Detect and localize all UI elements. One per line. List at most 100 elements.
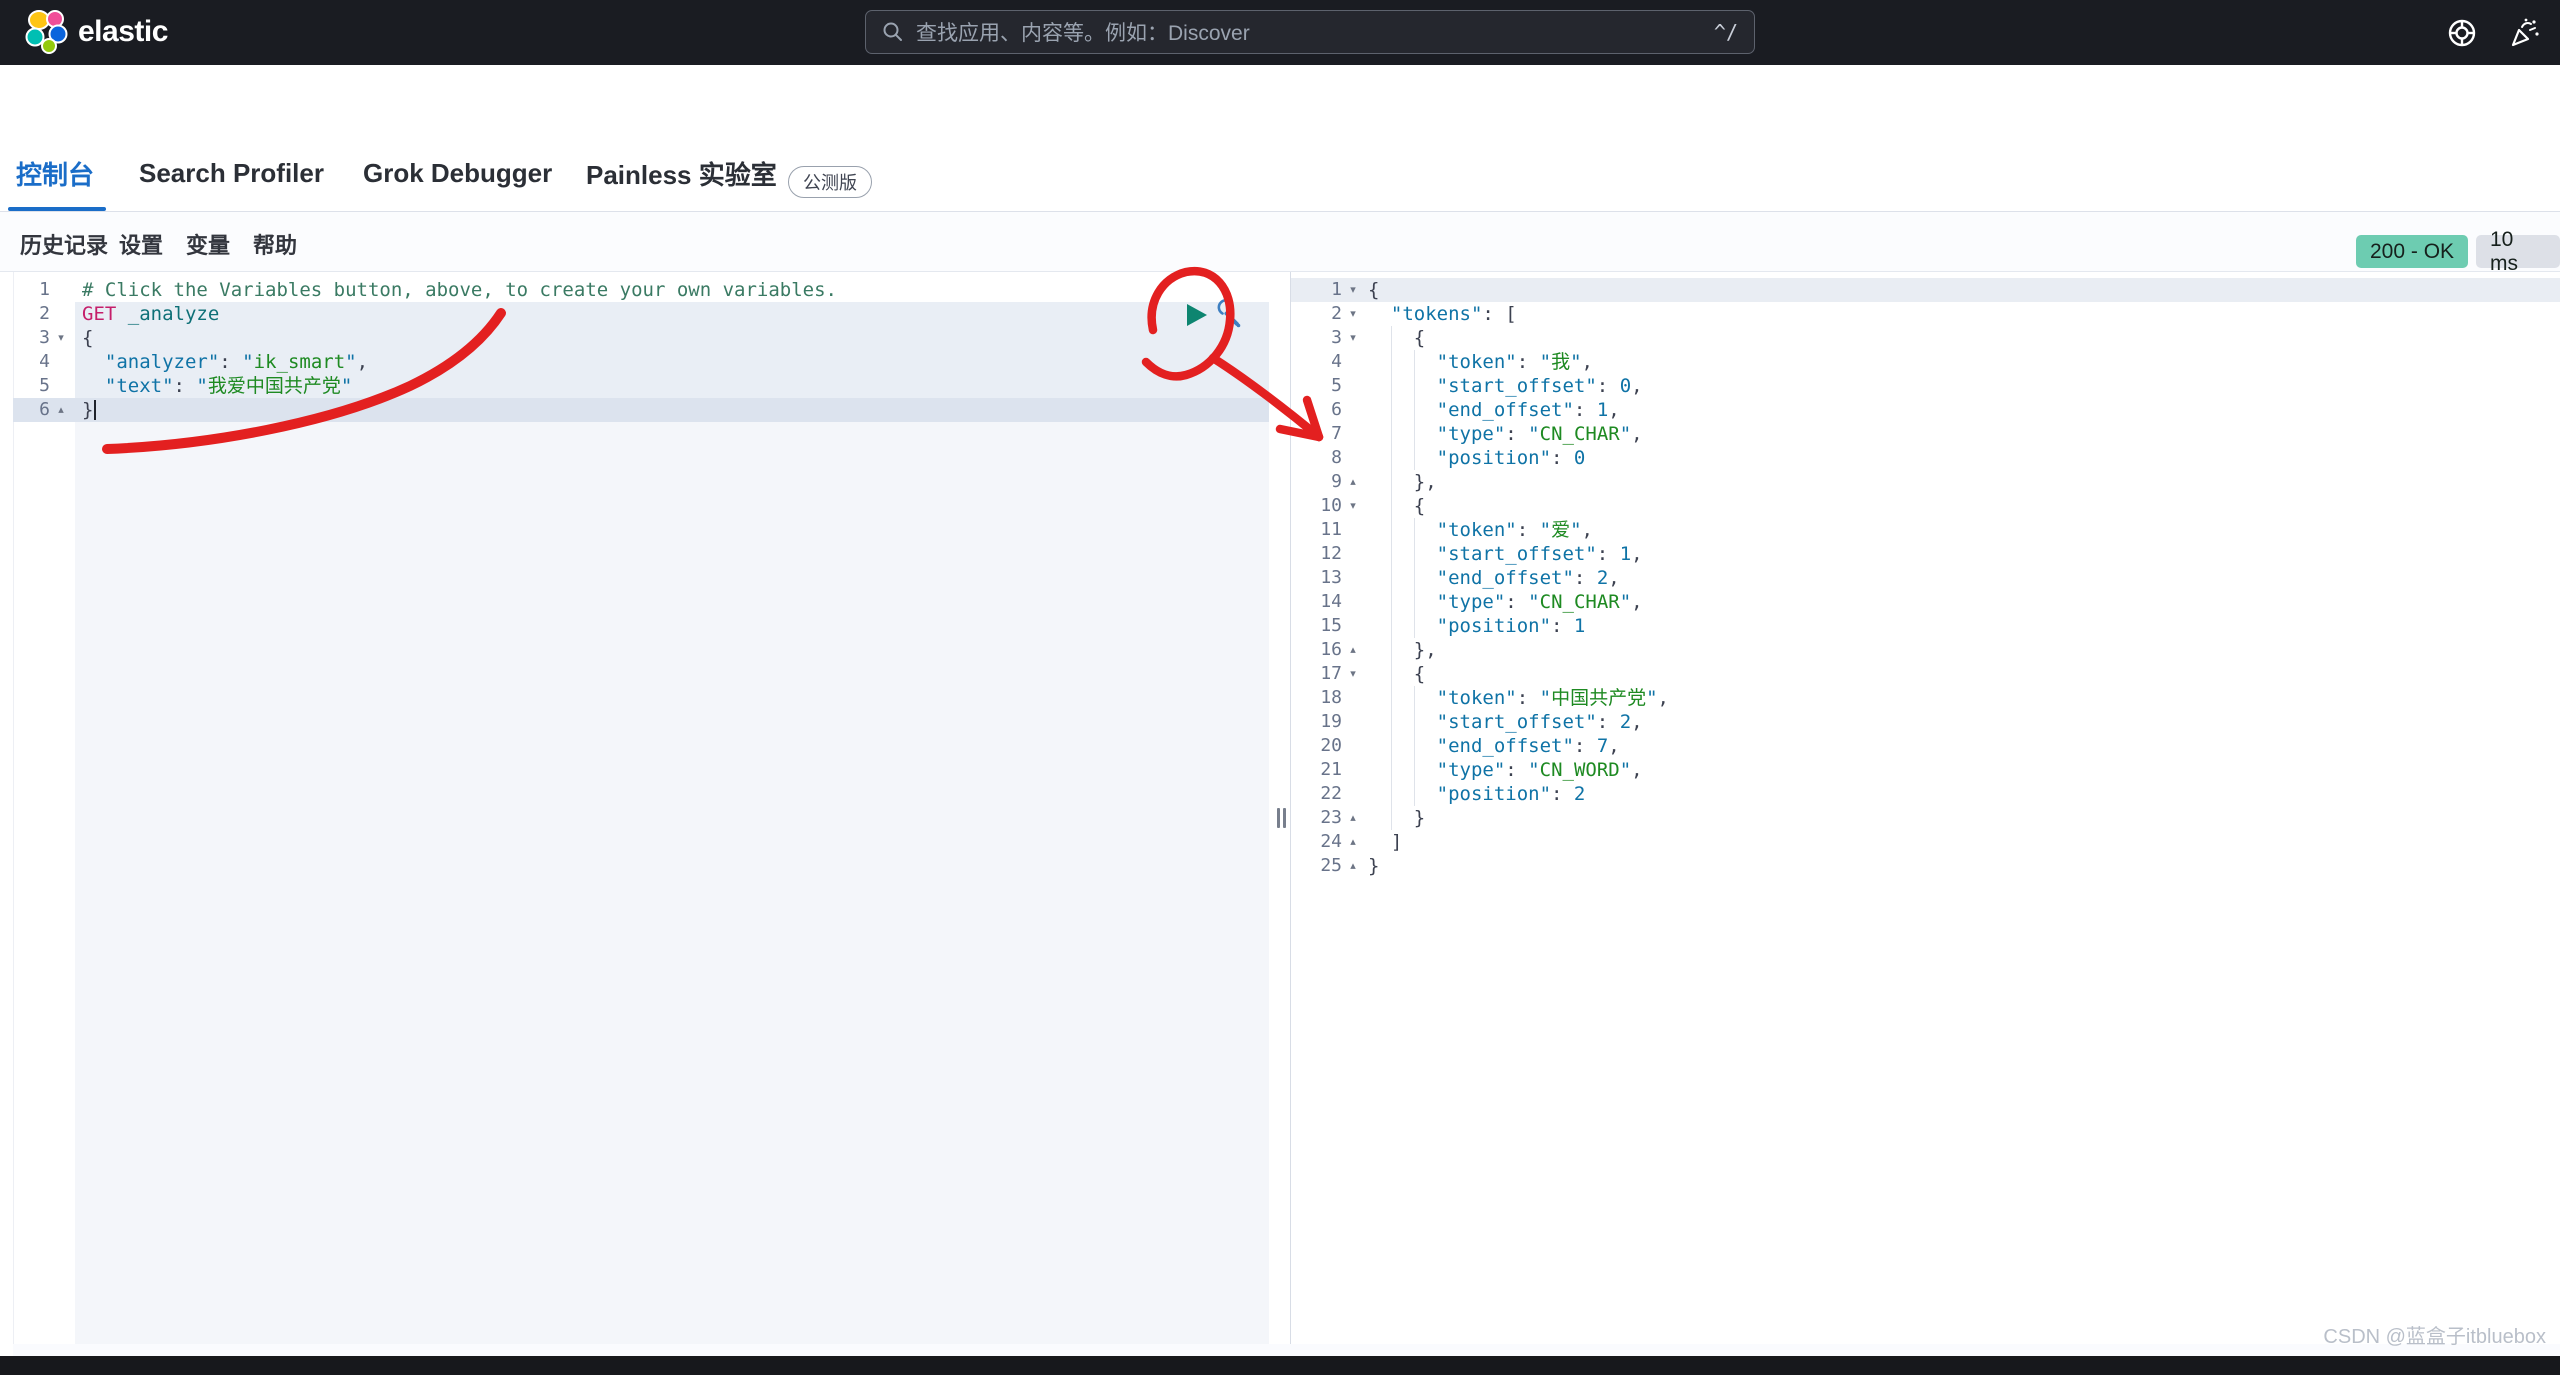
output-code-line[interactable]: { — [1368, 662, 1425, 686]
panel-resize-handle[interactable] — [1275, 808, 1287, 828]
help-icon[interactable] — [2445, 16, 2479, 50]
output-code-line[interactable]: "end_offset": 2, — [1368, 566, 1620, 590]
global-search-input[interactable]: 查找应用、内容等。例如：Discover ^/ — [865, 10, 1755, 54]
brand-wordmark[interactable]: elastic — [78, 15, 168, 49]
output-line-number: 4 — [1302, 350, 1342, 374]
output-line-number: 25 — [1302, 854, 1342, 878]
editor-code-line[interactable]: # Click the Variables button, above, to … — [82, 278, 837, 302]
request-editor[interactable] — [13, 272, 1269, 1356]
elastic-logo-icon[interactable] — [24, 9, 70, 55]
output-line-number: 14 — [1302, 590, 1342, 614]
editor-code-line[interactable]: { — [82, 326, 93, 350]
fold-down-icon[interactable]: ▾ — [1345, 326, 1361, 350]
fold-up-icon[interactable]: ▴ — [1345, 638, 1361, 662]
breadcrumb-bar: D 开发工具 控制台 — [0, 65, 2560, 135]
fold-down-icon[interactable]: ▾ — [53, 326, 69, 350]
editor-code-line[interactable]: "analyzer": "ik_smart", — [82, 350, 368, 374]
output-code-line[interactable]: "token": "我", — [1368, 350, 1593, 374]
editor-bottom-strip — [13, 1344, 2560, 1356]
output-line-number: 9 — [1302, 470, 1342, 494]
editor-line-number: 5 — [14, 374, 50, 398]
output-code-line[interactable]: { — [1368, 326, 1425, 350]
tab-search-profiler[interactable]: Search Profiler — [139, 135, 324, 211]
editor-code-line[interactable]: } — [82, 398, 93, 422]
request-options-wrench-icon[interactable] — [1212, 299, 1244, 331]
output-code-line[interactable]: } — [1368, 806, 1425, 830]
output-code-line[interactable]: "end_offset": 1, — [1368, 398, 1620, 422]
panel-left-edge — [13, 272, 14, 1356]
console-toolbar: 历史记录设置变量帮助 — [0, 212, 2560, 272]
output-code-line[interactable]: "start_offset": 2, — [1368, 710, 1643, 734]
output-code-line[interactable]: ] — [1368, 830, 1402, 854]
output-line-number: 6 — [1302, 398, 1342, 422]
editor-line-number: 4 — [14, 350, 50, 374]
output-code-line[interactable]: "start_offset": 0, — [1368, 374, 1643, 398]
editor-line-number: 6 — [14, 398, 50, 422]
fold-down-icon[interactable]: ▾ — [1345, 494, 1361, 518]
console-menu-item-2[interactable]: 变量 — [186, 228, 230, 260]
fold-up-icon[interactable]: ▴ — [53, 398, 69, 422]
output-line-number: 24 — [1302, 830, 1342, 854]
response-time-badge: 10 ms — [2476, 235, 2560, 268]
fold-down-icon[interactable]: ▾ — [1345, 302, 1361, 326]
fold-up-icon[interactable]: ▴ — [1345, 854, 1361, 878]
output-line-number: 11 — [1302, 518, 1342, 542]
tab-console[interactable]: 控制台 — [16, 135, 94, 211]
output-code-line[interactable]: "start_offset": 1, — [1368, 542, 1643, 566]
output-code-line[interactable]: } — [1368, 854, 1379, 878]
output-line-number: 7 — [1302, 422, 1342, 446]
console-menu-item-3[interactable]: 帮助 — [253, 228, 297, 260]
output-code-line[interactable]: }, — [1368, 638, 1437, 662]
tab-grok-debugger[interactable]: Grok Debugger — [363, 135, 552, 211]
fold-down-icon[interactable]: ▾ — [1345, 662, 1361, 686]
output-code-line[interactable]: { — [1368, 494, 1425, 518]
output-code-line[interactable]: }, — [1368, 470, 1437, 494]
fold-up-icon[interactable]: ▴ — [1345, 806, 1361, 830]
console-menu-item-0[interactable]: 历史记录 — [20, 228, 108, 260]
whats-new-icon[interactable] — [2508, 16, 2542, 50]
beta-badge: 公测版 — [788, 166, 872, 198]
devtools-tabs: 控制台 Search Profiler Grok Debugger Painless … — [0, 135, 2560, 212]
editor-line-number: 3 — [14, 326, 50, 350]
fold-up-icon[interactable]: ▴ — [1345, 470, 1361, 494]
output-line-number: 3 — [1302, 326, 1342, 350]
output-code-line[interactable]: "type": "CN_CHAR", — [1368, 422, 1643, 446]
fold-up-icon[interactable]: ▴ — [1345, 830, 1361, 854]
send-request-button[interactable] — [1186, 303, 1208, 327]
output-code-line[interactable]: "type": "CN_WORD", — [1368, 758, 1643, 782]
editor-code-line[interactable]: "text": "我爱中国共产党" — [82, 374, 352, 398]
output-code-line[interactable]: "position": 2 — [1368, 782, 1585, 806]
output-code-line[interactable]: "type": "CN_CHAR", — [1368, 590, 1643, 614]
output-code-line[interactable]: { — [1368, 278, 1379, 302]
output-code-line[interactable]: "end_offset": 7, — [1368, 734, 1620, 758]
output-line-number: 15 — [1302, 614, 1342, 638]
output-code-line[interactable]: "tokens": [ — [1368, 302, 1517, 326]
editor-code-line[interactable]: GET _analyze — [82, 302, 219, 326]
editor-line-number: 2 — [14, 302, 50, 326]
output-line-number: 10 — [1302, 494, 1342, 518]
top-header: elastic 查找应用、内容等。例如：Discover ^/ — [0, 0, 2560, 65]
active-tab-underline — [8, 207, 106, 211]
output-line-number: 20 — [1302, 734, 1342, 758]
search-icon — [882, 21, 904, 43]
output-line1-highlight — [1291, 278, 2560, 302]
watermark: CSDN @蓝盒子itbluebox — [2323, 1320, 2546, 1349]
output-code-line[interactable]: "token": "中国共产党", — [1368, 686, 1669, 710]
request-editor-gutter — [13, 272, 75, 1356]
output-line-number: 13 — [1302, 566, 1342, 590]
active-line-highlight — [13, 398, 1269, 422]
output-line-number: 19 — [1302, 710, 1342, 734]
output-line-number: 16 — [1302, 638, 1342, 662]
status-badge: 200 - OK — [2356, 235, 2468, 268]
output-code-line[interactable]: "position": 0 — [1368, 446, 1585, 470]
output-line-number: 17 — [1302, 662, 1342, 686]
console-menu-item-1[interactable]: 设置 — [119, 228, 163, 260]
output-line-number: 8 — [1302, 446, 1342, 470]
output-code-line[interactable]: "token": "爱", — [1368, 518, 1593, 542]
tab-painless-[interactable]: Painless 实验室 — [586, 135, 777, 211]
bottom-bar — [0, 1356, 2560, 1375]
output-line-number: 21 — [1302, 758, 1342, 782]
fold-down-icon[interactable]: ▾ — [1345, 278, 1361, 302]
output-code-line[interactable]: "position": 1 — [1368, 614, 1585, 638]
output-line-number: 5 — [1302, 374, 1342, 398]
